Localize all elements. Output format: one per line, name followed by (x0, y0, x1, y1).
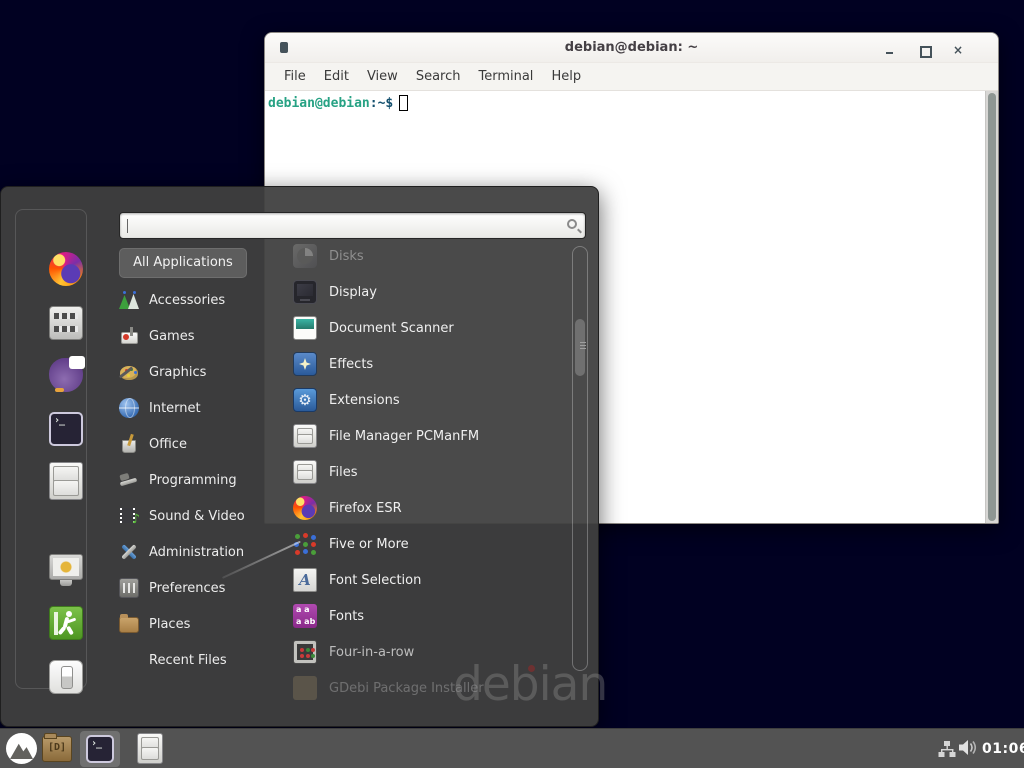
internet-icon (119, 398, 139, 418)
prompt-user-host: debian@debian (268, 96, 370, 111)
keyboard-icon[interactable] (49, 306, 83, 340)
accessories-icon (119, 290, 139, 310)
firefox-icon[interactable] (49, 252, 83, 286)
prompt-suffix: :~$ (370, 96, 393, 111)
effects-icon (293, 352, 317, 376)
file-manager-icon (293, 424, 317, 448)
extensions-icon (293, 388, 317, 412)
category-recent-files[interactable]: Recent Files (119, 642, 279, 678)
clock[interactable]: 01:06 (982, 741, 1024, 757)
app-files[interactable]: Files (289, 454, 567, 490)
terminal-scrollbar[interactable] (985, 91, 998, 523)
favorites-column (15, 209, 87, 689)
app-disks[interactable]: Disks (289, 238, 567, 274)
terminal-scrollbar-thumb[interactable] (988, 93, 996, 521)
power-icon[interactable] (49, 660, 83, 694)
folder-icon[interactable] (42, 736, 72, 762)
terminal-cursor (399, 95, 408, 111)
menu-button-icon[interactable] (6, 733, 37, 764)
office-icon (119, 434, 139, 454)
firefox-icon (293, 496, 317, 520)
network-icon[interactable] (938, 741, 956, 757)
app-document-scanner[interactable]: Document Scanner (289, 310, 567, 346)
no-icon (119, 650, 139, 670)
log-out-icon[interactable] (49, 606, 83, 640)
app-display[interactable]: Display (289, 274, 567, 310)
watermark-red-dot (528, 665, 535, 672)
close-button[interactable]: × (952, 44, 964, 56)
gdebi-icon (293, 676, 317, 700)
files-icon (293, 460, 317, 484)
menu-edit[interactable]: Edit (315, 65, 358, 88)
app-firefox-esr[interactable]: Firefox ESR (289, 490, 567, 526)
volume-icon[interactable] (959, 739, 978, 756)
apps-scrollbar-thumb[interactable] (575, 319, 585, 376)
preferences-icon (119, 578, 139, 598)
lock-screen-icon[interactable] (49, 554, 83, 580)
taskbar: 01:06 (0, 728, 1024, 768)
applications-list: Disks Display Document Scanner Effects E… (289, 238, 567, 706)
menu-view[interactable]: View (358, 65, 407, 88)
app-fonts[interactable]: Fonts (289, 598, 567, 634)
category-games[interactable]: Games (119, 318, 279, 354)
terminal-titlebar[interactable]: debian@debian: ~ × (265, 33, 998, 63)
shell-prompt: debian@debian:~$ (268, 95, 408, 111)
document-scanner-icon (293, 316, 317, 340)
fonts-icon (293, 604, 317, 628)
category-programming[interactable]: Programming (119, 462, 279, 498)
font-selection-icon (293, 568, 317, 592)
terminal-icon[interactable] (49, 412, 83, 446)
menu-file[interactable]: File (275, 65, 315, 88)
sound-video-icon (119, 506, 139, 526)
games-icon (119, 326, 139, 346)
application-menu: All Applications Accessories Games Graph… (0, 186, 599, 727)
app-extensions[interactable]: Extensions (289, 382, 567, 418)
disks-icon (293, 244, 317, 268)
category-preferences[interactable]: Preferences (119, 570, 279, 606)
category-graphics[interactable]: Graphics (119, 354, 279, 390)
taskbar-terminal-button[interactable] (80, 731, 120, 767)
category-internet[interactable]: Internet (119, 390, 279, 426)
menu-search[interactable]: Search (407, 65, 470, 88)
apps-scrollbar[interactable] (572, 246, 588, 671)
text-caret (127, 219, 128, 233)
file-cabinet-icon[interactable] (137, 733, 163, 764)
category-accessories[interactable]: Accessories (119, 282, 279, 318)
menu-help[interactable]: Help (542, 65, 590, 88)
app-effects[interactable]: Effects (289, 346, 567, 382)
app-five-or-more[interactable]: Five or More (289, 526, 567, 562)
display-icon (293, 280, 317, 304)
all-applications-button[interactable]: All Applications (119, 248, 247, 278)
pidgin-icon[interactable] (49, 358, 83, 392)
minimize-button[interactable] (884, 44, 896, 56)
menu-terminal[interactable]: Terminal (469, 65, 542, 88)
maximize-button[interactable] (918, 44, 930, 56)
category-sound-video[interactable]: Sound & Video (119, 498, 279, 534)
terminal-icon (86, 735, 114, 763)
search-icon (567, 219, 577, 229)
terminal-menubar: File Edit View Search Terminal Help (265, 63, 998, 91)
app-font-selection[interactable]: Font Selection (289, 562, 567, 598)
app-file-manager-pcmanfm[interactable]: File Manager PCManFM (289, 418, 567, 454)
programming-icon (119, 470, 139, 490)
administration-icon (119, 542, 139, 562)
four-in-a-row-icon (293, 640, 317, 664)
graphics-icon (119, 362, 139, 382)
categories-list: Accessories Games Graphics Internet Offi… (119, 282, 279, 678)
file-cabinet-icon[interactable] (49, 462, 83, 500)
category-administration[interactable]: Administration (119, 534, 279, 570)
search-input[interactable] (126, 215, 559, 236)
places-icon (119, 617, 139, 633)
category-places[interactable]: Places (119, 606, 279, 642)
category-office[interactable]: Office (119, 426, 279, 462)
search-box[interactable] (119, 212, 586, 239)
